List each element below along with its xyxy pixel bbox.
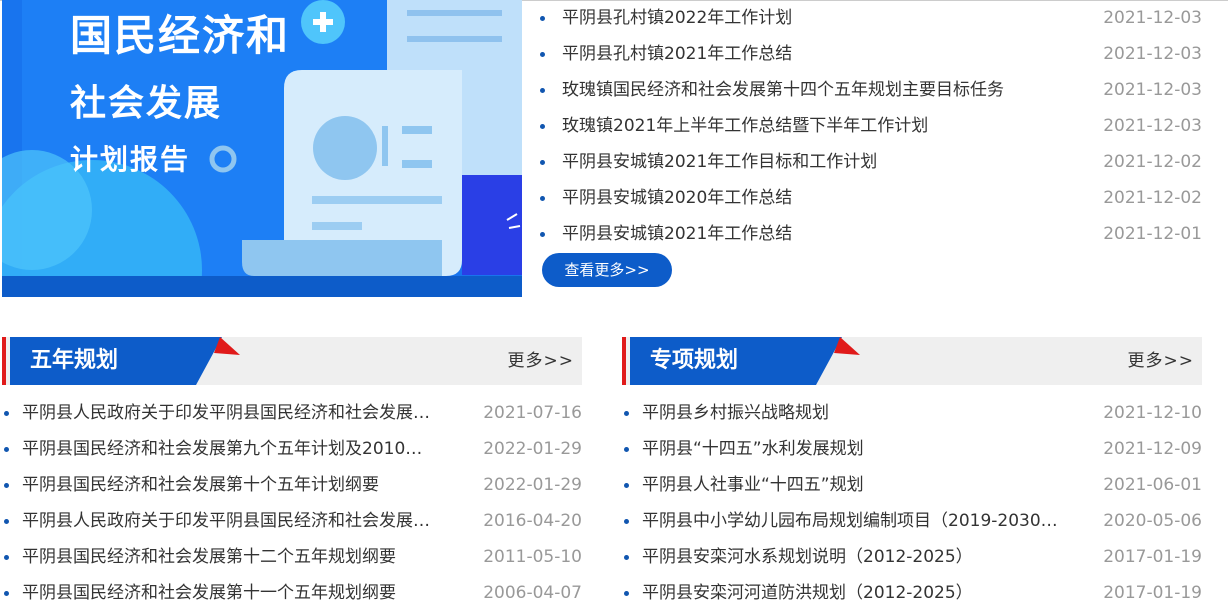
banner-heading-line2: 社会发展	[70, 83, 223, 124]
list-item[interactable]: 平阴县安栾河河道防洪规划（2012-2025） 2017-01-19	[622, 575, 1202, 611]
news-date: 2021-12-03	[1103, 116, 1202, 136]
more-link[interactable]: 更多>>	[508, 337, 575, 385]
news-date: 2021-12-09	[1103, 439, 1202, 459]
panel-header: 五年规划 更多>>	[2, 337, 582, 385]
news-date: 2017-01-19	[1103, 583, 1202, 603]
news-date: 2021-12-01	[1103, 224, 1202, 244]
news-title-link[interactable]: 平阴县国民经济和社会发展第十一个五年规划纲要	[22, 575, 396, 611]
news-title-link[interactable]: 平阴县安城镇2021年工作目标和工作计划	[562, 144, 877, 180]
accent-bar	[622, 337, 626, 385]
news-title-link[interactable]: 平阴县人民政府关于印发平阴县国民经济和社会发展…	[22, 503, 430, 539]
list-item[interactable]: 平阴县孔村镇2022年工作计划 2021-12-03	[540, 0, 1205, 36]
news-title-link[interactable]: 平阴县国民经济和社会发展第十个五年计划纲要	[22, 467, 379, 503]
panel-title: 专项规划	[650, 348, 739, 373]
news-title-link[interactable]: 平阴县乡村振兴战略规划	[642, 395, 829, 431]
list-item[interactable]: 玫瑰镇2021年上半年工作总结暨下半年工作计划 2021-12-03	[540, 108, 1205, 144]
accent-bar	[2, 337, 6, 385]
bullet-icon	[624, 447, 629, 452]
list-item[interactable]: 平阴县国民经济和社会发展第十二个五年规划纲要 2011-05-10	[2, 539, 582, 575]
bullet-icon	[4, 447, 9, 452]
bullet-icon	[624, 519, 629, 524]
news-title-link[interactable]: 平阴县孔村镇2021年工作总结	[562, 36, 792, 72]
banner-heading-line3: 计划报告	[70, 143, 191, 176]
five-year-plan-panel: 五年规划 更多>> 平阴县人民政府关于印发平阴县国民经济和社会发展… 2021-0…	[2, 337, 582, 611]
list-item[interactable]: 平阴县国民经济和社会发展第十一个五年规划纲要 2006-04-07	[2, 575, 582, 611]
news-title-link[interactable]: 平阴县“十四五”水利发展规划	[642, 431, 864, 467]
bullet-icon	[540, 160, 545, 165]
list-item[interactable]: 平阴县人民政府关于印发平阴县国民经济和社会发展… 2016-04-20	[2, 503, 582, 539]
bullet-icon	[540, 232, 545, 237]
news-title-link[interactable]: 玫瑰镇2021年上半年工作总结暨下半年工作计划	[562, 108, 928, 144]
news-date: 2021-12-02	[1103, 188, 1202, 208]
more-link[interactable]: 更多>>	[1128, 337, 1195, 385]
news-title-link[interactable]: 平阴县人社事业“十四五”规划	[642, 467, 864, 503]
latest-news-list: 平阴县孔村镇2022年工作计划 2021-12-03 平阴县孔村镇2021年工作总…	[540, 0, 1205, 252]
bullet-icon	[4, 555, 9, 560]
list-item[interactable]: 平阴县国民经济和社会发展第十个五年计划纲要 2022-01-29	[2, 467, 582, 503]
bullet-icon	[540, 88, 545, 93]
bullet-icon	[4, 483, 9, 488]
news-date: 2021-07-16	[483, 403, 582, 423]
news-title-link[interactable]: 平阴县中小学幼儿园布局规划编制项目（2019-2030…	[642, 503, 1058, 539]
bullet-icon	[540, 196, 545, 201]
news-title-link[interactable]: 平阴县安城镇2021年工作总结	[562, 216, 792, 252]
panel-title: 五年规划	[30, 348, 119, 373]
bullet-icon	[624, 591, 629, 596]
news-date: 2016-04-20	[483, 511, 582, 531]
news-date: 2022-01-29	[483, 475, 582, 495]
list-item[interactable]: 平阴县“十四五”水利发展规划 2021-12-09	[622, 431, 1202, 467]
list-item[interactable]: 玫瑰镇国民经济和社会发展第十四个五年规划主要目标任务 2021-12-03	[540, 72, 1205, 108]
panel-header: 专项规划 更多>>	[622, 337, 1202, 385]
news-title-link[interactable]: 平阴县国民经济和社会发展第十二个五年规划纲要	[22, 539, 396, 575]
news-title-link[interactable]: 平阴县人民政府关于印发平阴县国民经济和社会发展…	[22, 395, 430, 431]
list-item[interactable]: 平阴县安城镇2021年工作目标和工作计划 2021-12-02	[540, 144, 1205, 180]
bullet-icon	[4, 519, 9, 524]
news-date: 2020-05-06	[1103, 511, 1202, 531]
news-title-link[interactable]: 玫瑰镇国民经济和社会发展第十四个五年规划主要目标任务	[562, 72, 1004, 108]
bullet-icon	[4, 411, 9, 416]
list-item[interactable]: 平阴县人民政府关于印发平阴县国民经济和社会发展… 2021-07-16	[2, 395, 582, 431]
bullet-icon	[624, 411, 629, 416]
news-date: 2021-12-03	[1103, 80, 1202, 100]
news-date: 2021-12-03	[1103, 44, 1202, 64]
list-item[interactable]: 平阴县安栾河水系规划说明（2012-2025） 2017-01-19	[622, 539, 1202, 575]
bullet-icon	[624, 483, 629, 488]
news-title-link[interactable]: 平阴县国民经济和社会发展第九个五年计划及2010…	[22, 431, 422, 467]
news-date: 2021-12-03	[1103, 8, 1202, 28]
special-plan-list: 平阴县乡村振兴战略规划 2021-12-10 平阴县“十四五”水利发展规划 2021…	[622, 395, 1202, 611]
banner-heading-line1: 国民经济和	[70, 11, 291, 60]
news-title-link[interactable]: 平阴县孔村镇2022年工作计划	[562, 0, 792, 36]
news-title-link[interactable]: 平阴县安栾河水系规划说明（2012-2025）	[642, 539, 973, 575]
list-item[interactable]: 平阴县安城镇2021年工作总结 2021-12-01	[540, 216, 1205, 252]
list-item[interactable]: 平阴县孔村镇2021年工作总结 2021-12-03	[540, 36, 1205, 72]
bullet-icon	[540, 124, 545, 129]
report-banner[interactable]: 国民经济和 社会发展 计划报告	[2, 0, 522, 297]
news-date: 2022-01-29	[483, 439, 582, 459]
news-title-link[interactable]: 平阴县安栾河河道防洪规划（2012-2025）	[642, 575, 973, 611]
list-item[interactable]: 平阴县安城镇2020年工作总结 2021-12-02	[540, 180, 1205, 216]
news-date: 2017-01-19	[1103, 547, 1202, 567]
five-year-plan-list: 平阴县人民政府关于印发平阴县国民经济和社会发展… 2021-07-16 平阴县国民…	[2, 395, 582, 611]
bullet-icon	[540, 16, 545, 21]
list-item[interactable]: 平阴县乡村振兴战略规划 2021-12-10	[622, 395, 1202, 431]
view-more-button[interactable]: 查看更多>>	[542, 253, 672, 287]
special-plan-panel: 专项规划 更多>> 平阴县乡村振兴战略规划 2021-12-10 平阴县“十四五”…	[622, 337, 1202, 611]
news-date: 2006-04-07	[483, 583, 582, 603]
news-date: 2021-12-02	[1103, 152, 1202, 172]
bullet-icon	[4, 591, 9, 596]
news-date: 2011-05-10	[483, 547, 582, 567]
list-item[interactable]: 平阴县中小学幼儿园布局规划编制项目（2019-2030… 2020-05-06	[622, 503, 1202, 539]
list-item[interactable]: 平阴县人社事业“十四五”规划 2021-06-01	[622, 467, 1202, 503]
bullet-icon	[624, 555, 629, 560]
news-date: 2021-06-01	[1103, 475, 1202, 495]
list-item[interactable]: 平阴县国民经济和社会发展第九个五年计划及2010… 2022-01-29	[2, 431, 582, 467]
news-date: 2021-12-10	[1103, 403, 1202, 423]
news-title-link[interactable]: 平阴县安城镇2020年工作总结	[562, 180, 792, 216]
bullet-icon	[540, 52, 545, 57]
